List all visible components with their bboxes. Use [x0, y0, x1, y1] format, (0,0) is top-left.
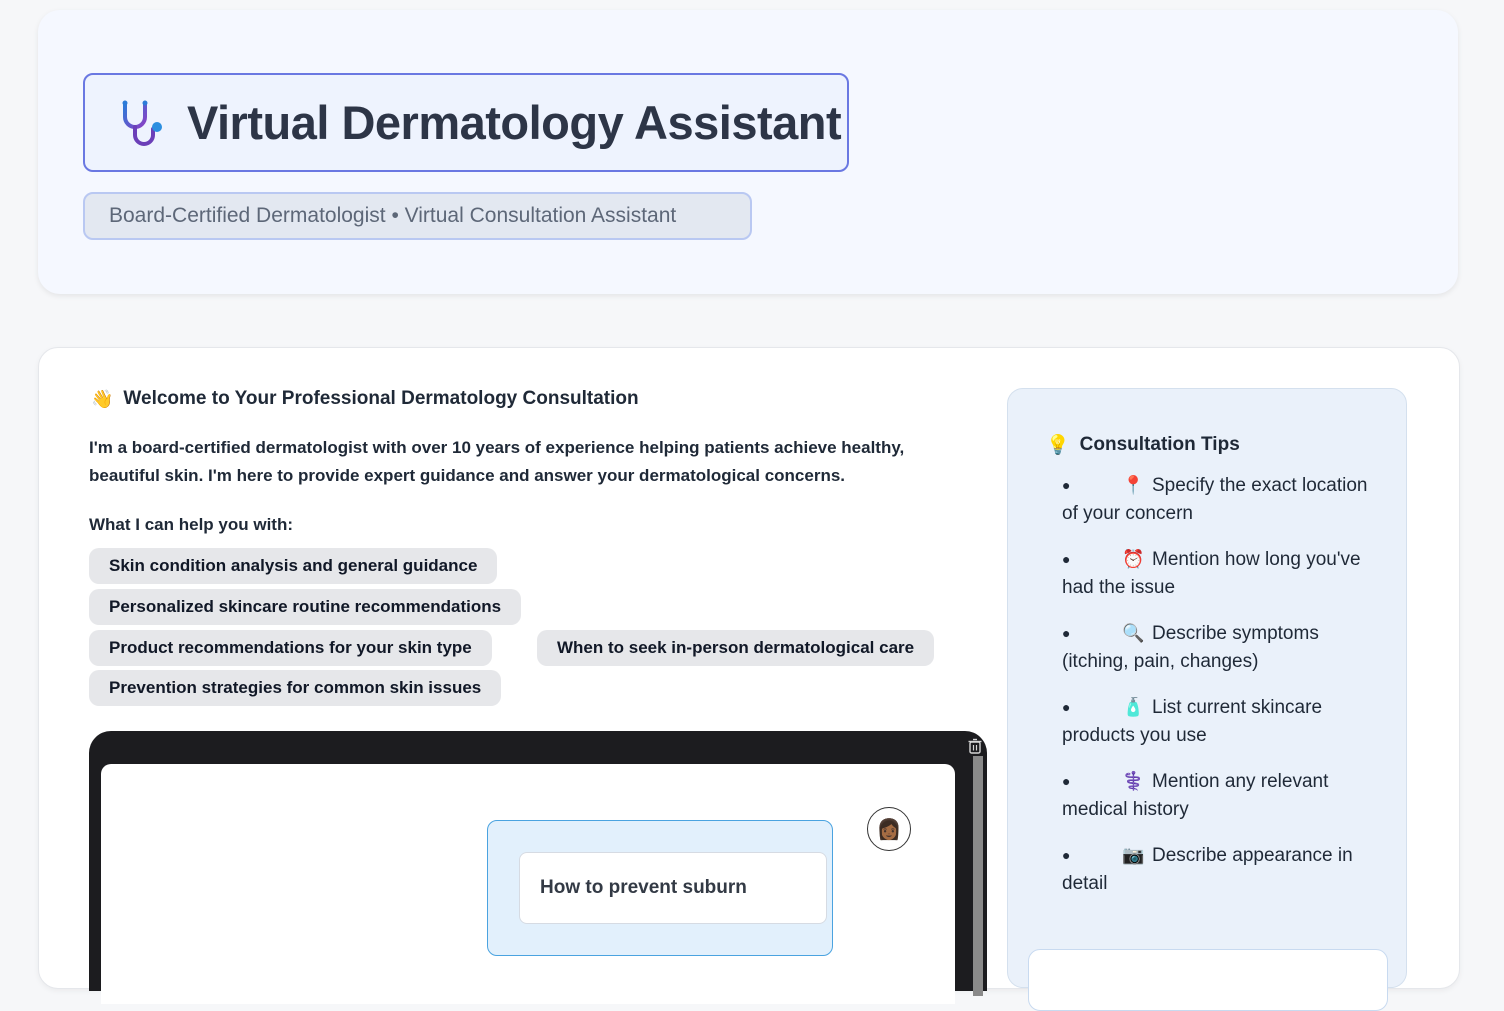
tips-heading: 💡 Consultation Tips — [1046, 433, 1240, 457]
medical-symbol-icon: ⚕️ — [1122, 771, 1145, 791]
user-avatar: 👩🏾 — [867, 807, 911, 851]
service-chip[interactable]: Prevention strategies for common skin is… — [89, 670, 502, 706]
tip-text: List current skincare products you use — [1062, 697, 1323, 746]
alarm-clock-icon: ⏰ — [1122, 549, 1145, 569]
camera-icon: 📷 — [1122, 845, 1145, 865]
service-chip[interactable]: When to seek in-person dermatological ca… — [537, 630, 935, 666]
subtitle-badge: Board-Certified Dermatologist • Virtual … — [83, 192, 752, 240]
tip-item: ● 📷 Describe appearance in detail — [1062, 841, 1372, 898]
main-card: 👋 Welcome to Your Professional Dermatolo… — [38, 347, 1460, 1011]
tip-item: ● 🔍 Describe symptoms (itching, pain, chan… — [1062, 619, 1372, 676]
chat-window: How to prevent suburn 👩🏾 — [89, 731, 987, 1004]
tips-card — [1028, 949, 1388, 1011]
tip-item: ● 📍 Specify the exact location of your con… — [1062, 471, 1372, 528]
magnifier-icon: 🔍 — [1122, 623, 1145, 643]
clear-chat-button[interactable] — [963, 734, 987, 758]
tip-text: Specify the exact location of your conce… — [1062, 475, 1368, 524]
tip-item: ● 🧴 List current skincare products you use — [1062, 693, 1372, 750]
help-label: What I can help you with: — [89, 515, 293, 534]
wave-icon: 👋 — [91, 388, 114, 409]
trash-icon — [968, 738, 982, 754]
user-message: How to prevent suburn — [487, 820, 833, 956]
lightbulb-icon: 💡 — [1046, 435, 1070, 456]
chat-messages[interactable]: How to prevent suburn 👩🏾 — [101, 764, 955, 1004]
tip-text: Mention any relevant medical history — [1062, 771, 1329, 820]
header-card: Virtual Dermatology Assistant Board-Cert… — [38, 10, 1458, 294]
welcome-heading: 👋 Welcome to Your Professional Dermatolo… — [91, 388, 639, 410]
page-title: Virtual Dermatology Assistant — [187, 96, 842, 149]
tip-item: ● ⏰ Mention how long you've had the issue — [1062, 545, 1372, 602]
tip-text: Describe appearance in detail — [1062, 845, 1353, 894]
title-banner: Virtual Dermatology Assistant — [83, 73, 849, 172]
intro-text: I'm a board-certified dermatologist with… — [89, 438, 905, 485]
pin-icon: 📍 — [1122, 475, 1145, 495]
tip-text: Describe symptoms (itching, pain, change… — [1062, 623, 1319, 672]
user-message-text: How to prevent suburn — [519, 852, 827, 924]
welcome-title: Welcome to Your Professional Dermatology… — [123, 388, 639, 409]
tip-text: Mention how long you've had the issue — [1062, 549, 1361, 598]
tips-list: ● 📍 Specify the exact location of your con… — [1062, 471, 1372, 915]
chat-scrollbar[interactable] — [973, 756, 983, 996]
stethoscope-icon — [122, 100, 162, 146]
tip-item: ● ⚕️ Mention any relevant medical history — [1062, 767, 1372, 824]
service-chip[interactable]: Product recommendations for your skin ty… — [89, 630, 492, 666]
tips-panel: 💡 Consultation Tips ● 📍 Specify the exact … — [1007, 388, 1407, 1011]
lotion-bottle-icon: 🧴 — [1122, 697, 1145, 717]
service-chip[interactable]: Skin condition analysis and general guid… — [89, 548, 498, 584]
tips-title: Consultation Tips — [1079, 434, 1240, 455]
service-chip[interactable]: Personalized skincare routine recommenda… — [89, 589, 522, 625]
